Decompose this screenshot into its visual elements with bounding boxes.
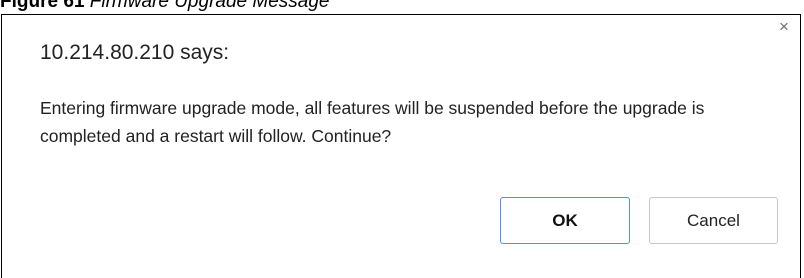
close-icon[interactable]: ×	[776, 18, 792, 35]
figure-title: Firmware Upgrade Message	[89, 0, 330, 12]
page: Figure 61 Firmware Upgrade Message × 10.…	[0, 0, 804, 278]
cancel-button[interactable]: Cancel	[649, 197, 778, 244]
confirm-dialog: × 10.214.80.210 says: Entering firmware …	[1, 14, 801, 278]
dialog-message: Entering firmware upgrade mode, all feat…	[40, 98, 705, 146]
dialog-title: 10.214.80.210 says:	[40, 41, 230, 64]
ok-button[interactable]: OK	[500, 197, 630, 244]
figure-caption: Figure 61 Firmware Upgrade Message	[0, 0, 329, 13]
figure-number: Figure 61	[0, 0, 85, 12]
